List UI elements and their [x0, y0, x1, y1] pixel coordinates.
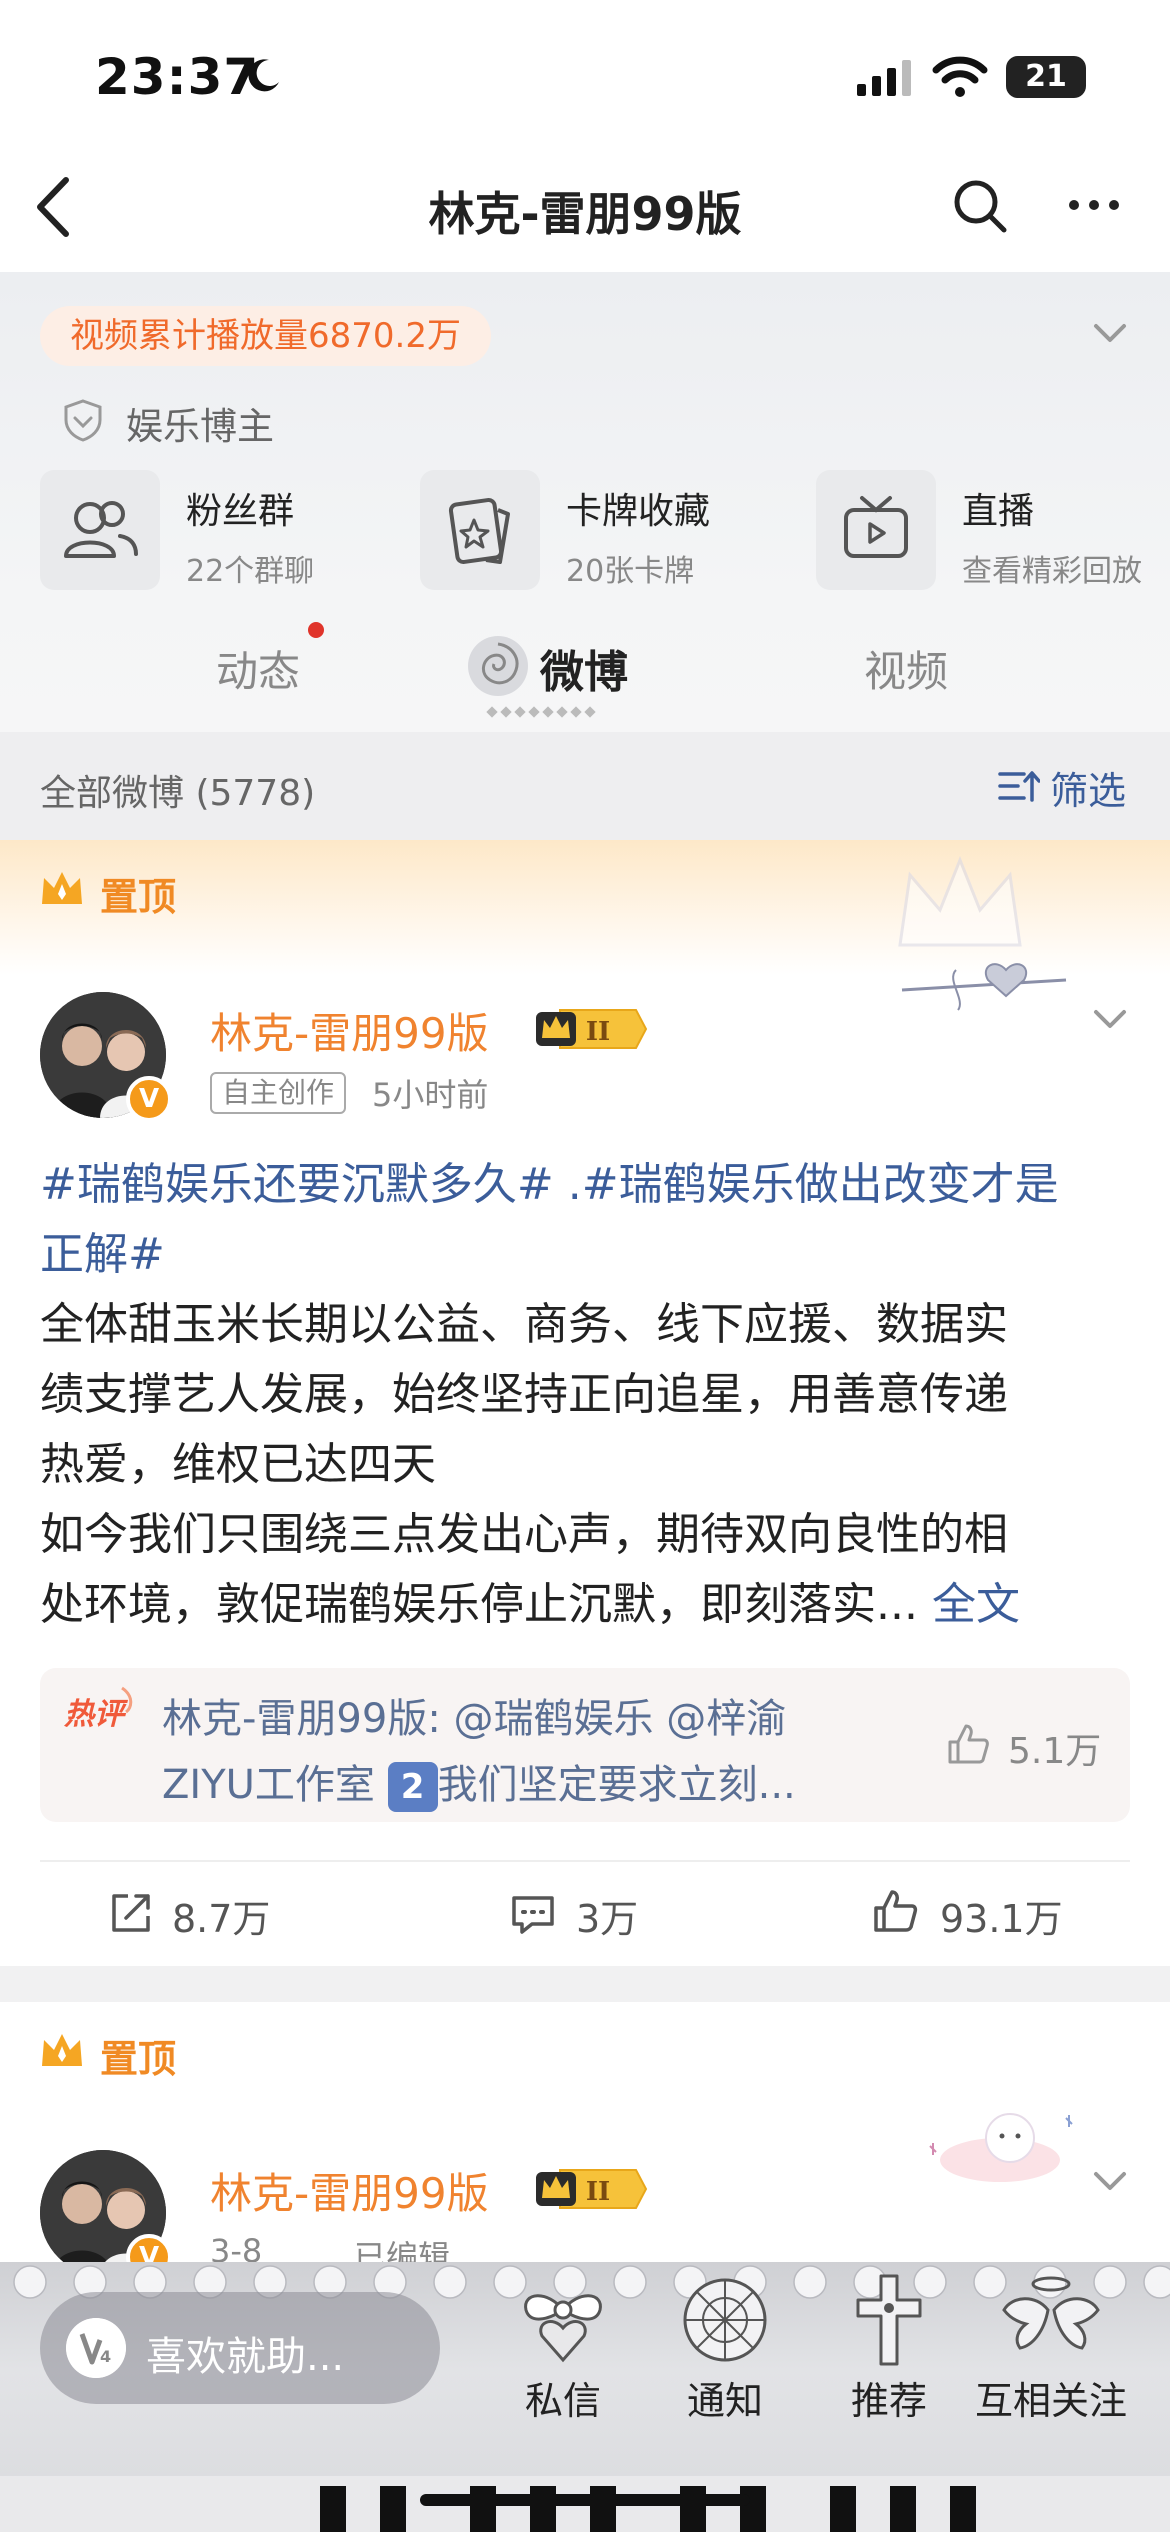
- card-collection-sub: 20张卡牌: [566, 554, 695, 589]
- number-emoji-badge: 2: [387, 1762, 438, 1812]
- tab-video[interactable]: 视频: [864, 638, 948, 699]
- live-card[interactable]: [816, 470, 936, 590]
- cellular-signal-icon: [857, 60, 911, 96]
- comment-icon[interactable]: [510, 1892, 556, 1938]
- hot-comment-like-count: 5.1万: [1008, 1731, 1102, 1772]
- live-title[interactable]: 直播: [962, 482, 1034, 534]
- dock-label-messages[interactable]: 私信: [508, 2370, 618, 2425]
- notification-dot: [308, 622, 324, 638]
- topic-hashtags-line2[interactable]: 正解#: [40, 1220, 1130, 1290]
- pinned-label: 置顶: [100, 2037, 177, 2081]
- verified-badge: V: [126, 1076, 172, 1122]
- card-collection-icon: [448, 497, 510, 565]
- comment-count[interactable]: 3万: [576, 1888, 638, 1943]
- more-options-icon[interactable]: [1064, 190, 1124, 220]
- tab-activity[interactable]: 动态: [216, 638, 300, 699]
- crown-decoration-icon: [898, 855, 1022, 947]
- hot-comment-line2: ZIYU工作室 2 我们坚定要求立刻...: [162, 1752, 902, 1818]
- hot-comment-line2-prefix: ZIYU工作室: [162, 1762, 388, 1808]
- post-text-line: 热爱，维权已达四天: [40, 1439, 436, 1490]
- hot-comment-line2-suffix: 我们坚定要求立刻...: [437, 1762, 796, 1808]
- repost-icon[interactable]: [108, 1890, 154, 1936]
- member-crown-badge-icon[interactable]: II: [532, 2166, 650, 2212]
- post-menu-chevron-icon[interactable]: [1090, 1004, 1130, 1034]
- battery-level: 21: [1025, 59, 1067, 94]
- moon-icon: [248, 59, 279, 92]
- author-name[interactable]: 林克-雷朋99版: [210, 2160, 489, 2221]
- source-tag: 自主创作: [210, 1072, 347, 1114]
- post-text-line-last: 处环境，敦促瑞鹤娱乐停止沉默，即刻落实... 全文: [40, 1570, 1130, 1640]
- hot-comment-tag-icon: 热评: [63, 1686, 133, 1732]
- disco-ball-icon[interactable]: [670, 2270, 780, 2370]
- live-tv-icon: [844, 496, 908, 558]
- hot-comment-text: 林克-雷朋99版: @瑞鹤娱乐 @梓渝 ZIYU工作室 2 我们坚定要求立刻...: [162, 1686, 902, 1818]
- hot-comment-line1: 林克-雷朋99版: @瑞鹤娱乐 @梓渝: [162, 1696, 787, 1742]
- post-body[interactable]: #瑞鹤娱乐还要沉默多久# .#瑞鹤娱乐做出改变才是 正解# 全体甜玉米长期以公益…: [40, 1150, 1130, 1640]
- like-icon[interactable]: [872, 1888, 918, 1934]
- card-separator: [0, 1966, 1170, 2002]
- piano-keys-decoration: [0, 2476, 1170, 2532]
- post-text-line: 全体甜玉米长期以公益、商务、线下应援、数据实: [40, 1299, 1008, 1350]
- hot-comment-tag: 热评: [63, 1697, 129, 1732]
- fan-group-icon: [64, 501, 138, 558]
- svg-text:II: II: [586, 2177, 610, 2207]
- pinned-crown-icon: [42, 872, 82, 904]
- divider: [40, 1860, 1130, 1862]
- author-name[interactable]: 林克-雷朋99版: [210, 1000, 489, 1061]
- post-text-line: 绩支撑艺人发展，始终坚持正向追星，用善意传递: [40, 1369, 1008, 1420]
- shield-icon: [64, 399, 102, 442]
- fan-group-sub: 22个群聊: [186, 554, 315, 589]
- full-text-link[interactable]: 全文: [932, 1579, 1020, 1630]
- video-play-count-badge: 视频累计播放量6870.2万: [40, 306, 491, 366]
- post-text-line: 如今我们只围绕三点发出心声，期待双向良性的相: [40, 1509, 1008, 1560]
- filter-icon[interactable]: [998, 768, 1040, 804]
- card-collection-title[interactable]: 卡牌收藏: [566, 482, 710, 534]
- home-indicator[interactable]: [420, 2494, 750, 2506]
- card-collection-card[interactable]: [420, 470, 540, 590]
- support-text[interactable]: 喜欢就助...: [146, 2324, 344, 2382]
- creator-category: 娱乐博主: [126, 405, 274, 448]
- member-crown-badge-icon[interactable]: II: [532, 1006, 650, 1052]
- topic-hashtags-line1[interactable]: #瑞鹤娱乐还要沉默多久# .#瑞鹤娱乐做出改变才是: [40, 1150, 1130, 1220]
- fan-group-title[interactable]: 粉丝群: [186, 482, 294, 534]
- all-posts-count: 全部微博 (5778): [40, 773, 316, 814]
- cross-icon[interactable]: [834, 2270, 944, 2370]
- post-time: 5小时前: [372, 1076, 489, 1114]
- pinned-crown-icon: [42, 2034, 82, 2066]
- angel-wings-icon[interactable]: [996, 2270, 1106, 2370]
- thumbs-up-icon[interactable]: [946, 1722, 990, 1766]
- dock-label-notifications[interactable]: 通知: [670, 2370, 780, 2425]
- tab-weibo[interactable]: 微博: [540, 636, 628, 700]
- post-text-line: 处环境，敦促瑞鹤娱乐停止沉默，即刻落实...: [40, 1579, 918, 1630]
- tab-indicator: [486, 706, 596, 718]
- fan-group-card[interactable]: [40, 470, 160, 590]
- repost-count[interactable]: 8.7万: [172, 1888, 270, 1943]
- wifi-icon: [932, 56, 988, 97]
- rose-icon: [468, 636, 528, 696]
- dock-label-recommend[interactable]: 推荐: [834, 2370, 944, 2425]
- heart-arrow-decoration-icon: [901, 963, 1067, 1011]
- live-sub: 查看精彩回放: [962, 554, 1142, 589]
- v-logo-icon: 4: [66, 2318, 126, 2378]
- like-count[interactable]: 93.1万: [940, 1888, 1063, 1943]
- status-time: 23:37: [95, 48, 260, 106]
- pinned-label: 置顶: [100, 875, 177, 919]
- bow-heart-icon[interactable]: [508, 2270, 618, 2370]
- bunny-cloud-decoration-icon: [929, 2113, 1073, 2182]
- post-menu-chevron-icon[interactable]: [1090, 2166, 1130, 2196]
- dock-label-mutual-follow[interactable]: 互相关注: [966, 2370, 1136, 2425]
- chevron-down-icon[interactable]: [1090, 318, 1130, 348]
- filter-button[interactable]: 筛选: [1050, 760, 1126, 815]
- search-icon[interactable]: [950, 176, 1010, 236]
- svg-text:II: II: [586, 1017, 610, 1047]
- svg-text:4: 4: [100, 2347, 111, 2366]
